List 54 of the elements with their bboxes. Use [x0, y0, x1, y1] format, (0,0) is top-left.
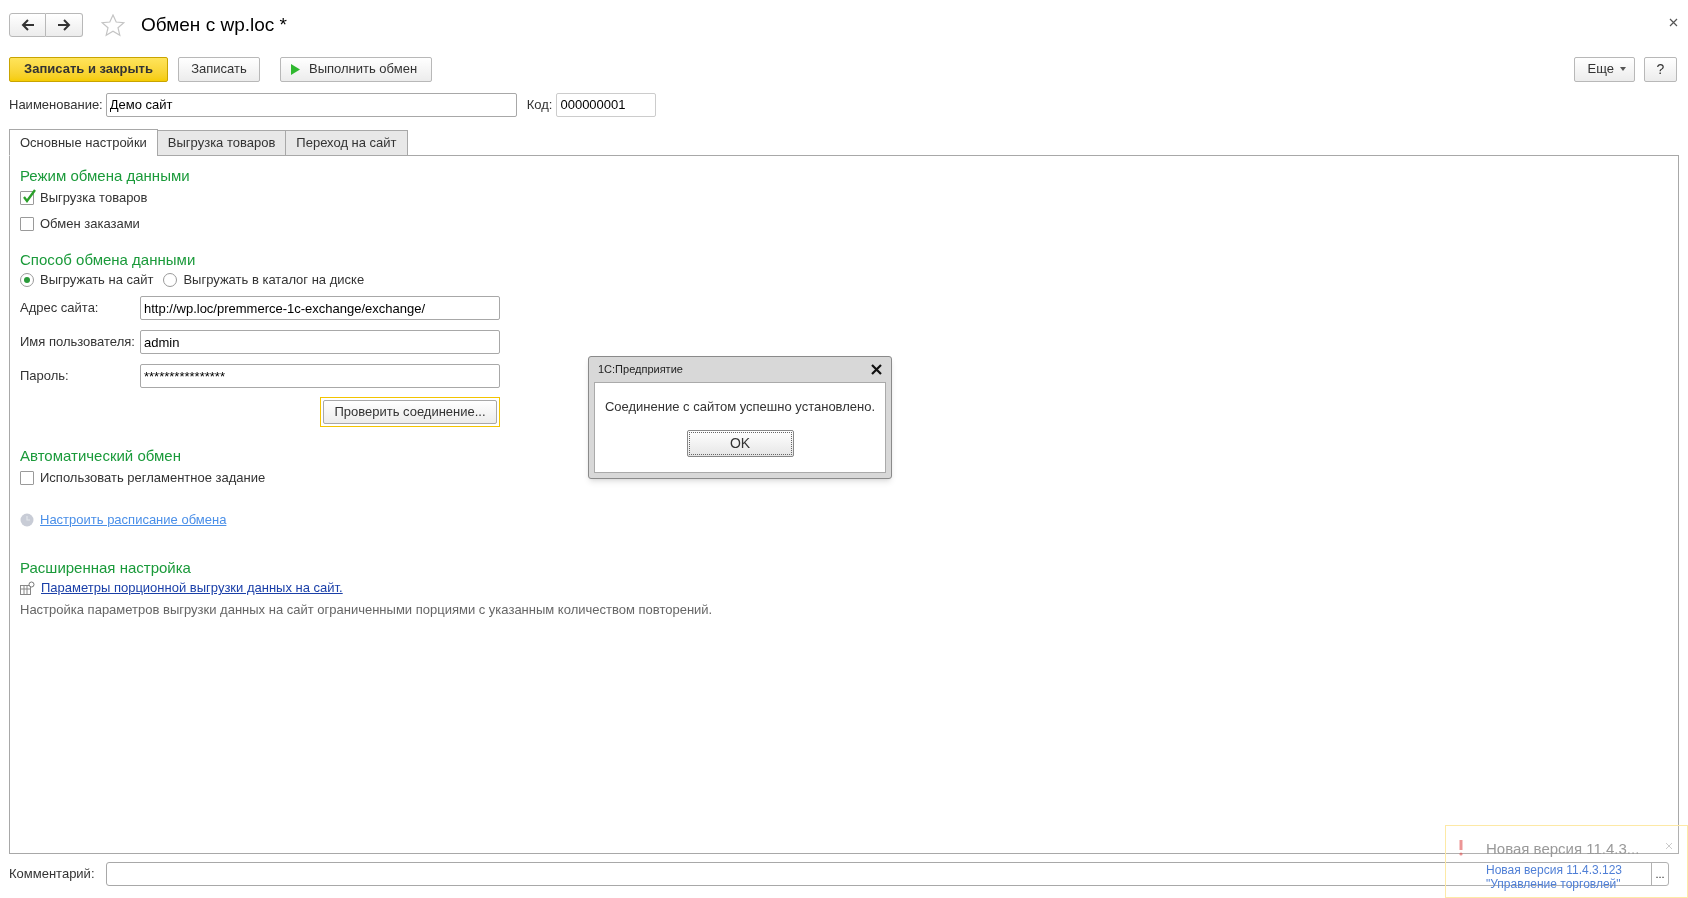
- star-icon[interactable]: [101, 13, 125, 37]
- select-button[interactable]: ...: [1651, 863, 1668, 885]
- field-label: Код:: [526, 95, 553, 114]
- tab[interactable]: Выгрузка товаров: [156, 130, 287, 156]
- section-heading: Способ обмена данными: [20, 250, 196, 269]
- dialog-title: 1С:Предприятие: [598, 362, 684, 378]
- table-gear-icon: [20, 581, 35, 595]
- field-label: Комментарий:: [9, 865, 96, 884]
- checkbox-label: Использовать регламентное задание: [40, 469, 266, 488]
- toolbar-button[interactable]: Выполнить обмен: [280, 56, 433, 82]
- window-title: Обмен с wp.loc *: [141, 12, 287, 37]
- notification-title: Новая версия 11.4.3...: [1486, 839, 1641, 859]
- radio-label: Выгружать в каталог на диске: [183, 271, 365, 290]
- field-label: Пароль:: [20, 367, 70, 386]
- forward-arrow-icon: [57, 19, 71, 31]
- caret-icon: [1620, 67, 1626, 71]
- tab[interactable]: Основные настройки: [9, 129, 158, 156]
- close-icon[interactable]: [871, 364, 882, 375]
- code-field[interactable]: 000000001: [556, 92, 657, 117]
- forward-button[interactable]: [46, 13, 83, 37]
- section-heading: Режим обмена данными: [20, 166, 190, 185]
- close-icon[interactable]: [1669, 17, 1678, 27]
- section-heading: Расширенная настройка: [20, 558, 191, 577]
- toolbar-button[interactable]: Записать: [178, 56, 260, 82]
- input-field[interactable]: ****************: [140, 364, 500, 388]
- section-heading: Автоматический обмен: [20, 446, 181, 465]
- description-text: Настройка параметров выгрузки данных на сайт ограниченными порциями с указанным количеством повторений.: [20, 601, 713, 619]
- clock-icon: [20, 513, 34, 527]
- back-arrow-icon: [20, 19, 35, 31]
- input-field[interactable]: admin: [140, 330, 500, 354]
- check-connection-button[interactable]: Проверить соединение...: [323, 400, 497, 424]
- toolbar-button[interactable]: ?: [1644, 56, 1677, 82]
- checkbox-label: Обмен заказами: [40, 215, 140, 234]
- field-label: Наименование:: [9, 95, 103, 114]
- checkbox[interactable]: [20, 471, 34, 485]
- settings-link[interactable]: Параметры порционной выгрузки данных на сайт.: [41, 578, 343, 598]
- checkbox-label: Выгрузка товаров: [40, 189, 148, 208]
- field-label: Имя пользователя:: [20, 333, 136, 352]
- exclamation-icon: [1458, 840, 1464, 856]
- back-button[interactable]: [9, 13, 46, 37]
- field-label: Адрес сайта:: [20, 299, 100, 318]
- input-field[interactable]: http://wp.loc/premmerce-1c-exchange/exchange/: [140, 296, 500, 320]
- name-field[interactable]: Демо сайт: [105, 92, 517, 117]
- save-close-button[interactable]: Записать и закрыть: [9, 56, 168, 82]
- checkbox[interactable]: [20, 191, 34, 205]
- more-menu-button[interactable]: Еще: [1573, 56, 1635, 82]
- radio-button[interactable]: [20, 273, 34, 287]
- radio-label: Выгружать на сайт: [40, 271, 154, 290]
- tab[interactable]: Переход на сайт: [285, 130, 408, 156]
- dialog-message: Соединение с сайтом успешно установлено.: [604, 398, 876, 416]
- play-icon: [291, 63, 300, 75]
- radio-button[interactable]: [163, 273, 178, 287]
- ok-button[interactable]: OK: [686, 429, 794, 457]
- checkbox[interactable]: [20, 217, 34, 231]
